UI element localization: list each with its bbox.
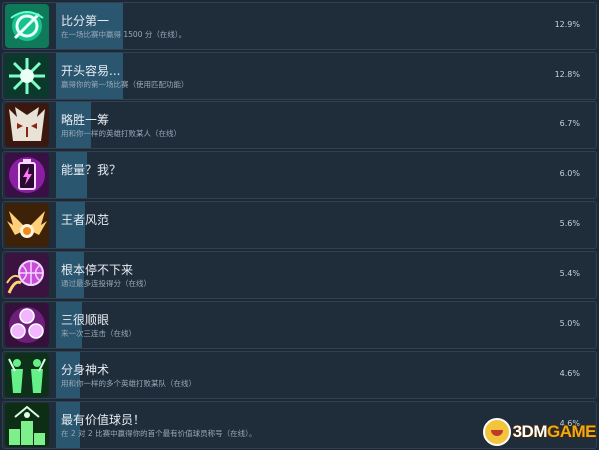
unlock-percentage: 12.9%: [554, 20, 580, 29]
achievement-description: 用和你一样的多个英雄打败某队（在线）: [61, 379, 196, 388]
wings-badge-icon: [5, 203, 49, 247]
clones-badge-icon: [5, 353, 49, 397]
achievement-row[interactable]: 开头容易... 赢得你的第一场比赛（使用匹配功能） 12.8%: [2, 52, 597, 100]
achievement-title: 分身神术: [61, 363, 110, 377]
watermark-text: 3DMGAME: [512, 422, 597, 442]
achievement-title: 开头容易...: [61, 64, 121, 78]
achievement-title: 三很顺眼: [61, 313, 110, 327]
watermark-suffix: GAME: [547, 422, 597, 441]
unlock-percentage: 5.4%: [559, 269, 580, 278]
unlock-percentage: 5.6%: [559, 219, 580, 228]
achievement-description: 在一场比赛中赢得 1500 分（在线）。: [61, 30, 187, 39]
vortex-badge-icon: [5, 4, 49, 48]
achievement-row[interactable]: 比分第一 在一场比赛中赢得 1500 分（在线）。 12.9%: [2, 2, 597, 50]
unlock-percentage: 4.6%: [559, 369, 580, 378]
watermark-logo: 3DMGAME: [482, 417, 597, 447]
achievement-row[interactable]: 三很顺眼 来一次三连击（在线） 5.0%: [2, 301, 597, 349]
achievement-title: 王者风范: [61, 213, 110, 227]
achievement-title: 根本停不下来: [61, 263, 134, 277]
podium-badge-icon: [5, 403, 49, 447]
unlock-percentage: 6.0%: [559, 169, 580, 178]
achievement-description: 来一次三连击（在线）: [61, 329, 136, 338]
battery-badge-icon: [5, 153, 49, 197]
achievement-row[interactable]: 分身神术 用和你一样的多个英雄打败某队（在线） 4.6%: [2, 351, 597, 399]
achievement-title: 比分第一: [61, 14, 110, 28]
unlock-percentage: 5.0%: [559, 319, 580, 328]
achievement-row[interactable]: 根本停不下来 通过最多连投得分（在线） 5.4%: [2, 251, 597, 299]
unlock-percentage: 6.7%: [559, 119, 580, 128]
achievement-title: 能量？我？: [61, 163, 122, 177]
achievement-description: 赢得你的第一场比赛（使用匹配功能）: [61, 80, 189, 89]
achievement-row[interactable]: 略胜一筹 用和你一样的英雄打败某人（在线） 6.7%: [2, 101, 597, 149]
burst-badge-icon: [5, 54, 49, 98]
unlock-percentage: 12.8%: [554, 70, 580, 79]
achievement-title: 最有价值球员！: [61, 413, 146, 427]
achievement-title: 略胜一筹: [61, 113, 110, 127]
achievement-row[interactable]: 王者风范 5.6%: [2, 201, 597, 249]
mascot-icon: [482, 418, 511, 446]
basketball-badge-icon: [5, 253, 49, 297]
achievement-row[interactable]: 能量？我？ 6.0%: [2, 151, 597, 199]
mask-badge-icon: [5, 103, 49, 147]
triple-orb-badge-icon: [5, 303, 49, 347]
achievement-description: 用和你一样的英雄打败某人（在线）: [61, 129, 181, 138]
watermark-prefix: 3DM: [512, 422, 548, 441]
achievement-description: 通过最多连投得分（在线）: [61, 279, 151, 288]
achievement-description: 在 2 对 2 比赛中赢得你的首个最有价值球员称号（在线）。: [61, 429, 257, 438]
